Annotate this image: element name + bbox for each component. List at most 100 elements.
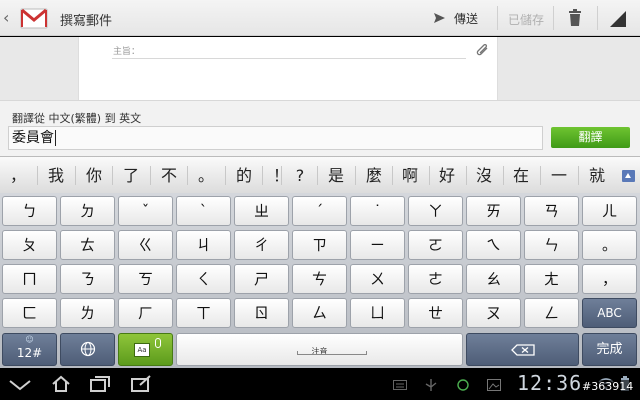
key[interactable]: ㄍ [118, 230, 173, 260]
menu-overflow-icon[interactable] [610, 11, 626, 27]
divider [553, 6, 554, 30]
key[interactable]: 。 [582, 230, 637, 260]
key[interactable]: ㄅ [2, 196, 57, 226]
space-key[interactable]: 注音 [176, 333, 463, 366]
key[interactable]: ㄈ [2, 298, 57, 328]
key[interactable]: ㄉ [60, 196, 115, 226]
key[interactable]: ㄞ [466, 196, 521, 226]
candidate-item[interactable]: 了 [113, 157, 149, 194]
recent-apps-icon[interactable] [89, 375, 111, 393]
candidate-item[interactable]: 你 [76, 157, 112, 194]
gmail-logo-icon[interactable] [20, 6, 48, 30]
key[interactable]: ㄠ [466, 264, 521, 294]
key[interactable]: ㄊ [60, 230, 115, 260]
candidate-item[interactable]: ， [0, 157, 36, 194]
key[interactable]: ˋ [176, 196, 231, 226]
translate-direction-label: 翻譯從 中文(繁體) 到 英文 [12, 112, 142, 125]
soft-keyboard: ㄅ ㄉ ˇ ˋ ㄓ ˊ ˙ ㄚ ㄞ ㄢ ㄦ ㄆ ㄊ ㄍ ㄐ ㄔ ㄗ ㄧ ㄛ ㄟ … [0, 193, 640, 368]
candidate-item[interactable]: ? [282, 157, 318, 194]
key[interactable]: ㄌ [60, 298, 115, 328]
key[interactable]: ㄛ [408, 230, 463, 260]
translate-input-value: 委員會 [12, 130, 54, 146]
candidate-item[interactable]: 啊 [392, 157, 428, 194]
key[interactable]: ㄥ [524, 298, 579, 328]
key[interactable]: ㄦ [582, 196, 637, 226]
system-bar: 12:36 [0, 368, 640, 400]
symbols-key-label: 12# [16, 346, 43, 360]
back-chevron-icon[interactable]: ‹ [3, 8, 9, 27]
expand-candidates-icon[interactable] [622, 170, 635, 182]
emoji-icon: ☺ [25, 335, 34, 344]
key[interactable]: ， [582, 264, 637, 294]
key[interactable]: ㄋ [60, 264, 115, 294]
key[interactable]: ㄜ [408, 264, 463, 294]
key[interactable]: ㄨ [350, 264, 405, 294]
key[interactable]: ㄐ [176, 230, 231, 260]
symbols-key[interactable]: ☺ 12# [2, 333, 57, 366]
photo-notification-icon [487, 379, 501, 391]
abc-key[interactable]: ABC [582, 298, 637, 328]
key[interactable]: ㄝ [408, 298, 463, 328]
globe-icon [80, 341, 96, 357]
key[interactable]: ㄇ [2, 264, 57, 294]
candidate-item[interactable]: 好 [429, 157, 465, 194]
key[interactable]: ㄚ [408, 196, 463, 226]
translate-button[interactable]: 翻譯 [551, 127, 630, 148]
candidate-item[interactable]: 在 [503, 157, 539, 194]
key[interactable]: ㄔ [234, 230, 289, 260]
trash-icon[interactable] [568, 9, 582, 26]
candidate-item[interactable]: 的 [226, 157, 262, 194]
key[interactable]: ㄢ [524, 196, 579, 226]
candidate-item[interactable]: 不 [151, 157, 187, 194]
key[interactable]: ㄙ [292, 298, 347, 328]
candidate-bar: ， 我 你 了 不 。 的 ！ ? 是 麼 啊 好 沒 在 一 就 [0, 156, 640, 193]
key[interactable]: ㄣ [524, 230, 579, 260]
candidate-item[interactable]: 。 [188, 157, 224, 194]
backspace-key[interactable] [466, 333, 579, 366]
ime-mode-key[interactable]: Aa [118, 333, 173, 366]
done-key[interactable]: 完成 [582, 333, 637, 366]
key[interactable]: ㄡ [466, 298, 521, 328]
key[interactable]: ㄘ [292, 264, 347, 294]
backspace-icon [511, 344, 535, 356]
translate-panel: 翻譯從 中文(繁體) 到 英文 委員會 翻譯 [0, 100, 640, 156]
candidate-item[interactable]: 我 [38, 157, 74, 194]
key[interactable]: ˇ [118, 196, 173, 226]
key[interactable]: ㄩ [350, 298, 405, 328]
key[interactable]: ㄆ [2, 230, 57, 260]
home-icon[interactable] [51, 375, 71, 393]
language-key[interactable] [60, 333, 115, 366]
key[interactable]: ㄎ [118, 264, 173, 294]
key[interactable]: ㄧ [350, 230, 405, 260]
candidate-item[interactable]: 麼 [356, 157, 392, 194]
attachment-icon[interactable] [476, 44, 490, 58]
key[interactable]: ㄒ [176, 298, 231, 328]
divider [597, 6, 598, 30]
send-button[interactable]: 傳送 [432, 8, 478, 28]
saved-button[interactable]: 已儲存 [508, 11, 544, 28]
compose-area [0, 37, 640, 100]
key[interactable]: ˙ [350, 196, 405, 226]
key[interactable]: ㄕ [234, 264, 289, 294]
nav-back-icon[interactable] [8, 377, 32, 393]
send-icon [434, 13, 445, 23]
candidate-item[interactable]: 一 [541, 157, 577, 194]
watermark: #363914 [580, 380, 636, 393]
translate-input[interactable]: 委員會 [8, 126, 543, 150]
space-bar-icon [297, 351, 367, 355]
key[interactable]: ㄤ [524, 264, 579, 294]
key[interactable]: ˊ [292, 196, 347, 226]
key[interactable]: ㄑ [176, 264, 231, 294]
screenshot-icon[interactable] [130, 375, 152, 393]
subject-field[interactable]: 主旨： [113, 44, 140, 57]
key[interactable]: ㄖ [234, 298, 289, 328]
candidate-item[interactable]: 沒 [466, 157, 502, 194]
candidate-item[interactable]: 是 [318, 157, 354, 194]
key[interactable]: ㄟ [466, 230, 521, 260]
candidate-item[interactable]: 就 [579, 157, 615, 194]
whatsapp-icon [457, 379, 469, 391]
compose-card [78, 37, 498, 100]
key[interactable]: ㄓ [234, 196, 289, 226]
key[interactable]: ㄗ [292, 230, 347, 260]
key[interactable]: ㄏ [118, 298, 173, 328]
